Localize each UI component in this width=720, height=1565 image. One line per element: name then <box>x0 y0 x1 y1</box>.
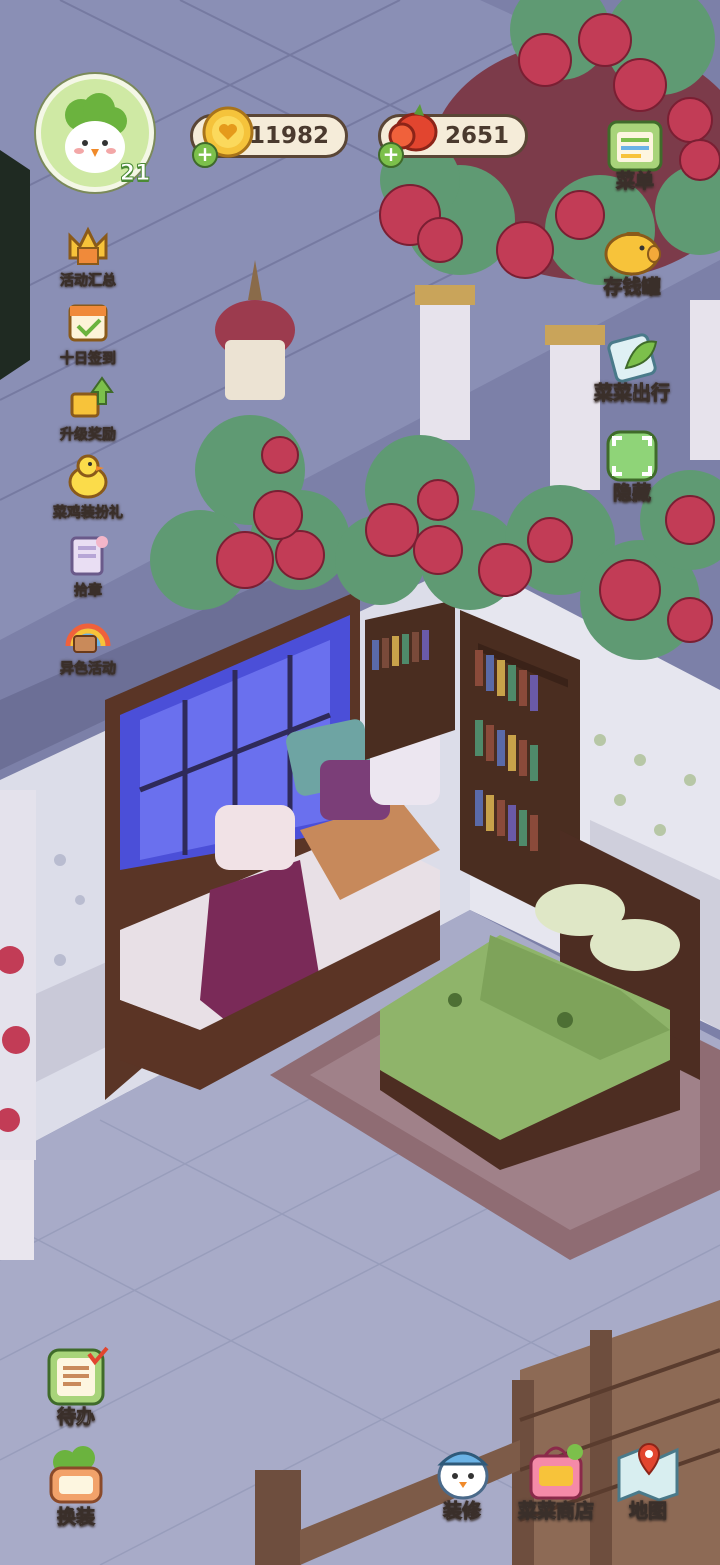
decorate-button[interactable]: 装修 <box>414 1436 510 1523</box>
coin-amount: 11982 <box>248 123 329 149</box>
add-veggies-button[interactable]: + <box>378 142 404 168</box>
menu-button[interactable]: 菜单 <box>590 112 680 193</box>
caicai-shop-button[interactable]: 菜菜商店 <box>508 1436 604 1523</box>
travel-label: 菜菜出行 <box>593 382 671 405</box>
crown-gift-icon <box>68 226 108 265</box>
player-level-badge: 21 <box>115 156 155 192</box>
chick-outfit-gift-button[interactable]: 菜鸡装扮礼 <box>48 450 128 522</box>
event-summary-label: 活动汇总 <box>60 273 117 290</box>
color-variant-event-button[interactable]: 异色活动 <box>48 606 128 678</box>
duck-chick-icon <box>68 454 108 499</box>
level-up-reward-icon <box>70 376 114 418</box>
player-level: 21 <box>119 161 151 187</box>
ten-day-checkin-button[interactable]: 十日签到 <box>48 296 128 368</box>
travel-button[interactable]: 菜菜出行 <box>587 324 677 405</box>
level-up-reward-label: 升级奖励 <box>60 427 117 444</box>
level-up-reward-button[interactable]: 升级奖励 <box>48 372 128 444</box>
hide-ui-button[interactable]: 隐藏 <box>587 424 677 505</box>
chapter-label: 拾章 <box>74 583 103 600</box>
todo-button[interactable]: 待办 <box>28 1342 124 1429</box>
ten-day-checkin-label: 十日签到 <box>60 351 117 368</box>
map-button[interactable]: 地图 <box>600 1436 696 1523</box>
piggy-bank-button[interactable]: 存钱罐 <box>587 218 677 299</box>
add-coins-button[interactable]: + <box>192 142 218 168</box>
rainbow-event-icon <box>65 623 111 653</box>
chapter-book-icon <box>70 536 108 576</box>
chapter-button[interactable]: 拾章 <box>48 528 128 600</box>
caicai-shop-label: 菜菜商店 <box>517 1500 595 1523</box>
color-variant-event-label: 异色活动 <box>60 661 117 678</box>
event-summary-button[interactable]: 活动汇总 <box>48 218 128 290</box>
chick-outfit-gift-label: 菜鸡装扮礼 <box>53 505 124 522</box>
dress-up-button[interactable]: 换装 <box>28 1442 124 1529</box>
veggie-amount: 2651 <box>444 123 509 149</box>
calendar-checkin-icon <box>68 304 108 342</box>
